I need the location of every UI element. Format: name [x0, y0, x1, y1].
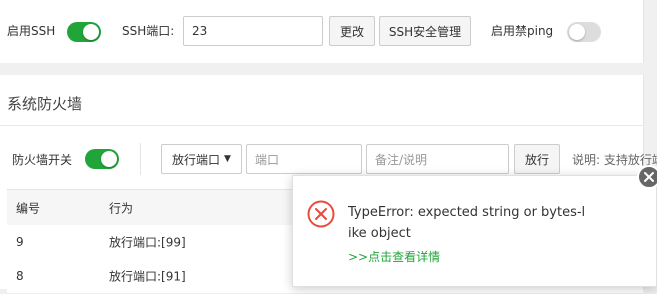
row-id: 8 — [16, 269, 24, 283]
note-input[interactable]: 备注/说明 — [366, 144, 509, 174]
note-placeholder: 备注/说明 — [375, 152, 428, 167]
toggle-knob — [569, 24, 585, 40]
toolbar-separator — [140, 143, 141, 175]
firewall-switch-toggle[interactable] — [85, 149, 119, 169]
column-header-id: 编号 — [16, 201, 41, 216]
rule-type-select[interactable]: 放行端口 ▼ — [161, 144, 242, 174]
caret-down-icon: ▼ — [224, 154, 231, 164]
close-icon — [644, 172, 654, 182]
row-id: 9 — [16, 235, 24, 249]
change-port-button[interactable]: 更改 — [329, 16, 375, 46]
error-message: TypeError: expected string or bytes-like… — [348, 205, 586, 241]
port-placeholder: 端口 — [255, 152, 280, 167]
row-action: 放行端口:[99] — [109, 235, 186, 250]
view-details-link[interactable]: >>点击查看详情 — [348, 248, 440, 265]
ssh-port-label: SSH端口: — [122, 24, 175, 38]
divider — [0, 125, 643, 126]
toggle-knob — [101, 151, 117, 167]
firewall-switch-label: 防火墙开关 — [12, 153, 73, 167]
ssh-security-button[interactable]: SSH安全管理 — [379, 16, 471, 46]
error-toast: TypeError: expected string or bytes-like… — [292, 175, 657, 287]
rule-type-value: 放行端口 — [172, 152, 221, 167]
enable-ssh-label: 启用SSH — [7, 24, 56, 38]
ssh-port-input[interactable]: 23 — [183, 16, 323, 46]
ssh-settings-panel: 启用SSH SSH端口: 23 更改 SSH安全管理 启用禁ping — [0, 0, 644, 63]
toast-close-button[interactable] — [637, 165, 657, 189]
firewall-title: 系统防火墙 — [7, 95, 83, 113]
disable-ping-label: 启用禁ping — [491, 24, 554, 38]
disable-ping-toggle[interactable] — [567, 22, 601, 42]
row-action: 放行端口:[91] — [109, 269, 186, 284]
allow-button[interactable]: 放行 — [514, 144, 560, 174]
port-input[interactable]: 端口 — [246, 144, 362, 174]
toggle-knob — [83, 24, 99, 40]
enable-ssh-toggle[interactable] — [67, 22, 101, 42]
ssh-port-value: 23 — [192, 24, 208, 38]
column-header-action: 行为 — [109, 201, 134, 216]
enable-ssh-row: 启用SSH — [7, 22, 55, 39]
error-circle-icon — [307, 200, 335, 228]
